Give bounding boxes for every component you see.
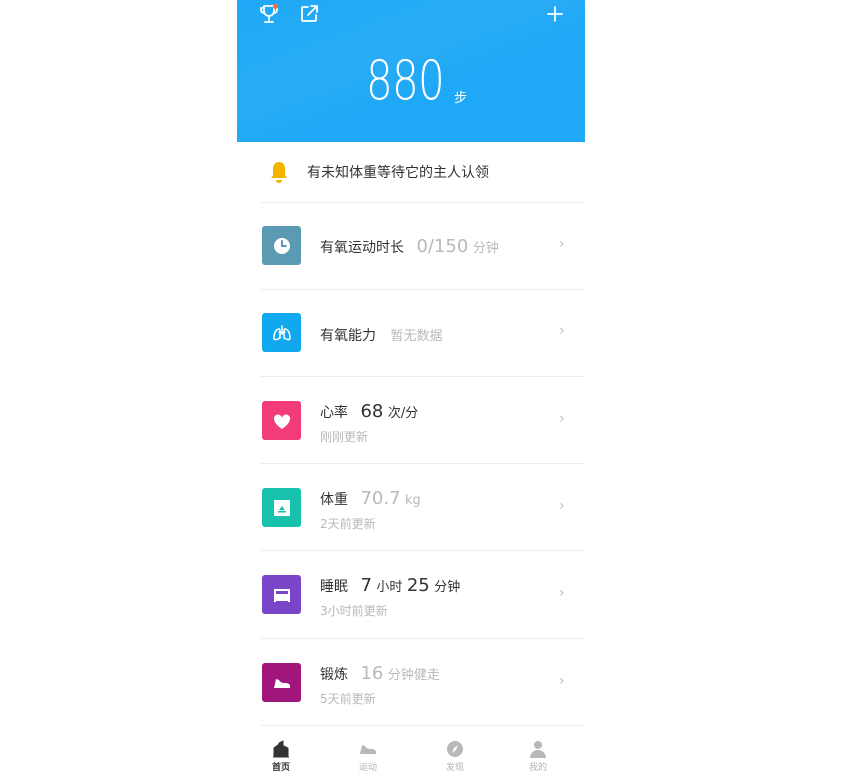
chevron-right-icon: › bbox=[559, 236, 565, 252]
tab-home[interactable]: 首页 bbox=[251, 728, 311, 777]
row-title: 睡眠 bbox=[320, 579, 348, 595]
row-unit: 分钟健走 bbox=[387, 668, 440, 683]
step-count: 880 步 bbox=[237, 48, 585, 114]
row-title: 心率 bbox=[320, 405, 348, 421]
tab-label: 我的 bbox=[528, 763, 547, 773]
row-title: 体重 bbox=[320, 492, 348, 508]
row-value: 16 bbox=[360, 663, 384, 684]
row-value: 68 bbox=[360, 401, 384, 422]
lungs-icon bbox=[262, 313, 301, 352]
row-value-minutes: 25 bbox=[406, 575, 430, 596]
row-weight[interactable]: 体重 70.7 kg 2天前更新 › bbox=[237, 464, 585, 551]
row-updated: 2天前更新 bbox=[320, 517, 376, 531]
compass-icon bbox=[447, 741, 463, 757]
tab-me[interactable]: 我的 bbox=[508, 728, 568, 777]
tab-label: 发现 bbox=[445, 763, 464, 773]
tab-sport[interactable]: 运动 bbox=[338, 728, 398, 777]
row-aerobic-capacity[interactable]: 有氧能力 暂无数据 › bbox=[237, 290, 585, 377]
chevron-right-icon: › bbox=[559, 323, 565, 339]
plus-icon[interactable] bbox=[544, 3, 566, 25]
row-updated: 刚刚更新 bbox=[320, 430, 369, 444]
row-title: 有氧运动时长 bbox=[320, 240, 404, 256]
row-aerobic-duration[interactable]: 有氧运动时长 0/150 分钟 › bbox=[237, 203, 585, 290]
home-chart-icon bbox=[273, 740, 289, 758]
chevron-right-icon: › bbox=[559, 411, 565, 427]
row-sleep[interactable]: 睡眠 7 小时 25 分钟 3小时前更新 › bbox=[237, 551, 585, 638]
row-updated: 5天前更新 bbox=[320, 692, 376, 706]
app-screen: 880 步 有未知体重等待它的主人认领 有氧运动时长 0/150 分钟 › 有氧… bbox=[237, 0, 585, 777]
heart-icon bbox=[262, 401, 301, 440]
row-value: 70.7 bbox=[360, 488, 401, 509]
scale-icon bbox=[262, 488, 301, 527]
row-title: 锻炼 bbox=[320, 667, 348, 683]
row-value: 0/150 bbox=[416, 236, 469, 257]
step-count-unit: 步 bbox=[454, 91, 468, 106]
person-icon bbox=[530, 741, 546, 758]
bed-icon bbox=[262, 575, 301, 614]
row-unit: 分钟 bbox=[472, 241, 499, 256]
chevron-right-icon: › bbox=[559, 498, 565, 514]
row-exercise[interactable]: 锻炼 16 分钟健走 5天前更新 › bbox=[237, 639, 585, 726]
shoe-icon bbox=[262, 663, 301, 702]
share-icon[interactable] bbox=[298, 3, 320, 25]
tab-label: 首页 bbox=[271, 763, 290, 773]
row-unit: kg bbox=[404, 493, 421, 508]
unclaimed-weight-notice[interactable]: 有未知体重等待它的主人认领 bbox=[237, 142, 585, 202]
steps-header: 880 步 bbox=[237, 0, 585, 142]
step-count-value: 880 bbox=[365, 49, 445, 112]
row-unit-minutes: 分钟 bbox=[434, 580, 461, 595]
bottom-navigation: 首页 运动 发现 我的 bbox=[237, 728, 585, 777]
tab-label: 运动 bbox=[358, 763, 377, 773]
notice-text: 有未知体重等待它的主人认领 bbox=[307, 165, 489, 181]
bell-icon bbox=[268, 160, 290, 184]
tab-discover[interactable]: 发现 bbox=[425, 728, 485, 777]
notification-dot bbox=[273, 4, 278, 9]
row-title: 有氧能力 bbox=[320, 328, 376, 344]
divider bbox=[261, 725, 585, 726]
shoe-icon bbox=[360, 745, 376, 754]
chevron-right-icon: › bbox=[559, 585, 565, 601]
chevron-right-icon: › bbox=[559, 673, 565, 689]
row-unit: 次/分 bbox=[387, 406, 419, 421]
row-value-hours: 7 bbox=[360, 575, 372, 596]
row-heart-rate[interactable]: 心率 68 次/分 刚刚更新 › bbox=[237, 377, 585, 464]
row-value-text: 暂无数据 bbox=[390, 329, 443, 344]
row-updated: 3小时前更新 bbox=[320, 604, 388, 618]
row-unit-hours: 小时 bbox=[376, 580, 403, 595]
clock-icon bbox=[262, 226, 301, 265]
